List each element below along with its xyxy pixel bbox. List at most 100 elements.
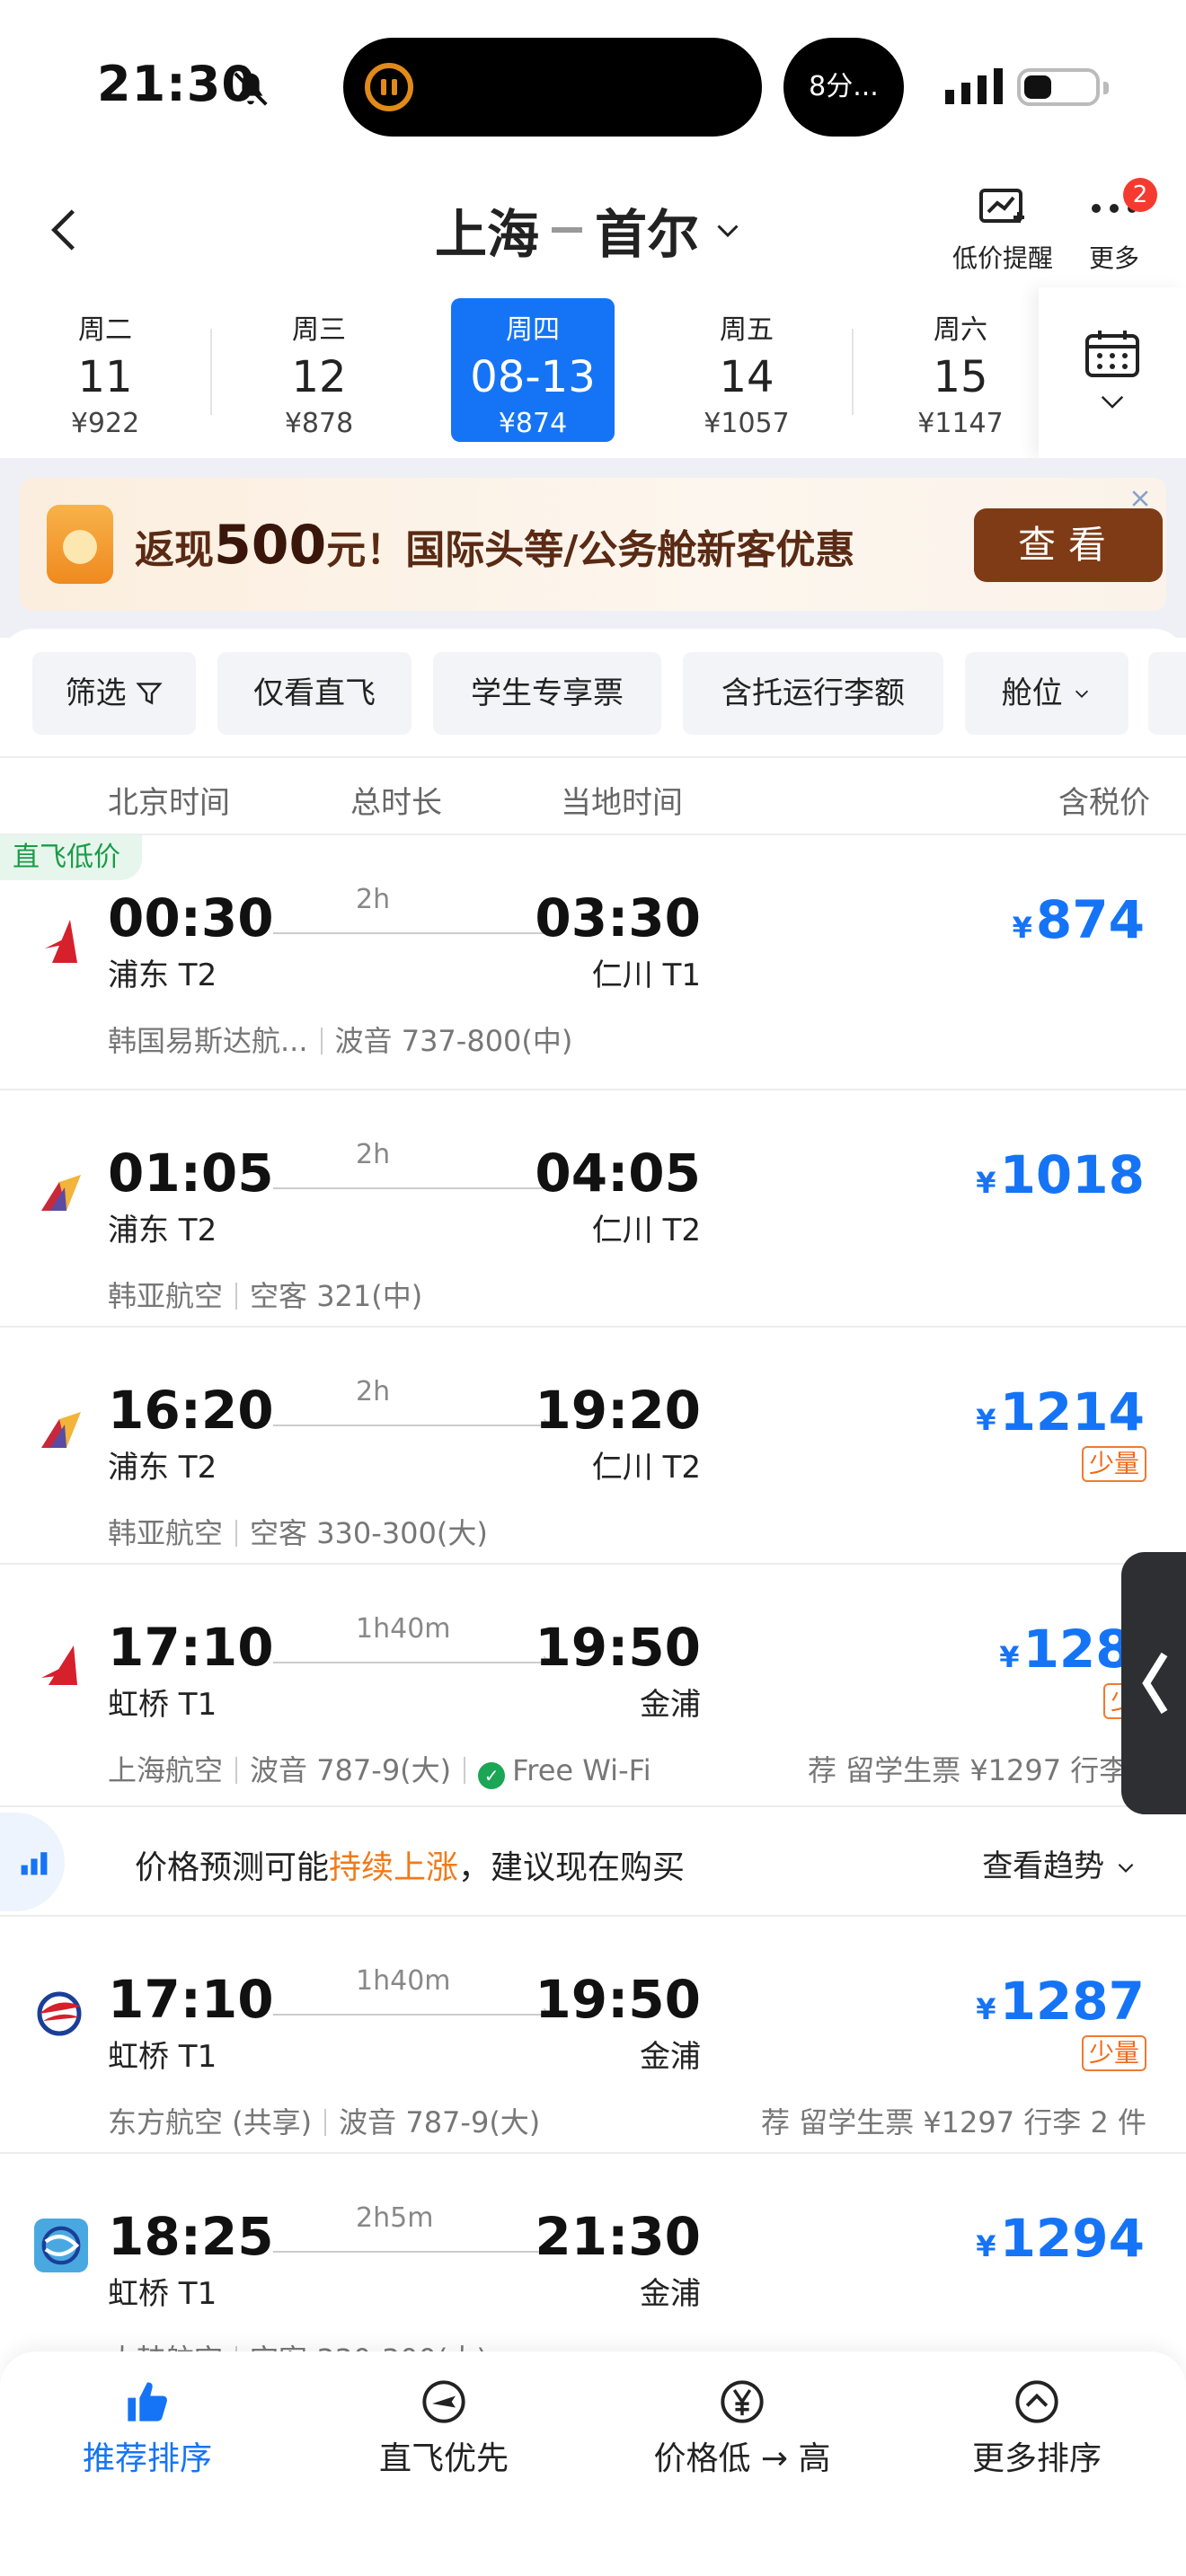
departure-time: 17:10 — [108, 1617, 274, 1678]
flight-price: ¥1294 — [976, 2208, 1145, 2269]
direct-low-price-tag: 直飞低价 — [0, 835, 142, 880]
trend-chart-icon — [0, 1813, 65, 1911]
date-tab[interactable]: 周三 12 ¥878 — [237, 298, 401, 442]
more-button[interactable]: 更多 2 — [1087, 178, 1157, 275]
calendar-icon — [1085, 331, 1139, 377]
chevron-down-icon — [1101, 395, 1124, 409]
airline-name: 东方航空 (共享) — [108, 2105, 313, 2139]
flight-duration: 2h — [356, 884, 391, 915]
calendar-button[interactable] — [1039, 287, 1186, 458]
tab-label: 直飞优先 — [378, 2440, 509, 2477]
date-tab[interactable]: 周五 14 ¥1057 — [665, 298, 828, 442]
tab-recommended[interactable]: 推荐排序 — [31, 2378, 264, 2479]
price-prediction-bar[interactable]: 价格预测可能持续上涨，建议现在购买 查看趋势 — [0, 1807, 1186, 1917]
activity-pill[interactable]: 8分... — [783, 38, 904, 137]
date-tab-selected[interactable]: 周四 08-13 ¥874 — [451, 298, 615, 442]
view-trend-button[interactable]: 查看趋势 — [982, 1841, 1137, 1885]
flight-row[interactable]: 直飞低价 00:30 2h 03:30 浦东 T2 仁川 T1 ¥874 韩国易… — [0, 835, 1186, 1090]
few-seats-badge: 少量 — [1081, 1446, 1146, 1482]
flight-duration: 1h40m — [356, 1965, 451, 1997]
arrival-time: 19:20 — [535, 1380, 701, 1441]
arrival-airport: 金浦 — [640, 1687, 701, 1723]
price-alert-button[interactable]: 低价提醒 — [952, 185, 1053, 275]
tab-label: 推荐排序 — [82, 2440, 212, 2477]
departure-time: 17:10 — [108, 1969, 274, 2030]
airline-name: 上海航空 — [108, 1753, 224, 1787]
column-price[interactable]: 含税价 — [1058, 778, 1150, 822]
dynamic-island[interactable] — [343, 38, 762, 137]
flight-row[interactable]: 17:10 1h40m 19:50 虹桥 T1 金浦 ¥1287 少量 上海航空… — [0, 1565, 1186, 1807]
arrival-airport: 仁川 T1 — [591, 957, 701, 993]
column-local-time[interactable]: 当地时间 — [561, 778, 683, 822]
price-value: 1214 — [999, 1381, 1145, 1442]
date-tab[interactable]: 周二 11 ¥922 — [23, 298, 187, 442]
tab-price-low-high[interactable]: 价格低 → 高 — [625, 2378, 859, 2479]
back-arrow-icon[interactable] — [40, 203, 90, 257]
few-seats-badge: 少量 — [1081, 2035, 1146, 2071]
date-weekday: 周三 — [292, 314, 346, 346]
date-tab[interactable]: 周六 15 ¥1147 — [879, 298, 1042, 442]
filter-chip[interactable]: 筛选 — [32, 652, 196, 735]
signal-icon — [945, 68, 1003, 104]
flight-row[interactable]: 17:10 1h40m 19:50 虹桥 T1 金浦 ¥1287 少量 东方航空… — [0, 1917, 1186, 2154]
flight-duration: 2h — [356, 1376, 391, 1407]
departure-time: 01:05 — [108, 1142, 274, 1204]
date-weekday: 周四 — [506, 314, 560, 346]
side-drawer-handle[interactable] — [1121, 1552, 1186, 1814]
filter-row: 筛选 仅看直飞 学生专享票 含托运行李额 舱位 — [0, 652, 1186, 735]
filter-chip-overflow[interactable] — [1148, 652, 1186, 735]
flight-meta: 韩亚航空 空客 330-300(大) — [108, 1511, 488, 1552]
korean-air-logo-icon — [34, 2219, 88, 2272]
chevron-left-icon — [1142, 1652, 1168, 1715]
promo-prefix: 返现 — [135, 527, 214, 573]
duration-line — [273, 2014, 544, 2016]
price-value: 1294 — [999, 2208, 1145, 2269]
filter-chip[interactable]: 学生专享票 — [433, 652, 661, 735]
tab-direct-first[interactable]: 直飞优先 — [327, 2378, 561, 2479]
promo-view-button[interactable]: 查看 — [974, 508, 1163, 582]
divider — [852, 329, 854, 415]
date-price: ¥878 — [284, 408, 354, 439]
date-price: ¥874 — [498, 408, 568, 439]
student-fare-recommendation: 荐 留学生票 ¥1297 行李 2 件 — [760, 2105, 1146, 2139]
arrival-time: 19:50 — [535, 1969, 701, 2030]
tab-label: 更多排序 — [971, 2440, 1102, 2477]
prediction-prefix: 价格预测可能 — [135, 1849, 330, 1886]
date-strip: 周二 11 ¥922 周三 12 ¥878 周四 08-13 ¥874 周五 1… — [0, 287, 1186, 458]
shanghai-airlines-logo-icon — [41, 1645, 77, 1685]
prediction-suffix: ，建议现在购买 — [458, 1849, 686, 1886]
arrival-time: 03:30 — [535, 887, 701, 948]
flight-price: ¥1018 — [976, 1144, 1145, 1205]
header: 上海 首尔 低价提醒 更多 2 — [0, 171, 1186, 287]
close-icon[interactable] — [1128, 487, 1152, 510]
price-value: 1018 — [999, 1144, 1145, 1205]
flight-row[interactable]: 16:20 2h 19:20 浦东 T2 仁川 T2 ¥1214 少量 韩亚航空… — [0, 1328, 1186, 1565]
flight-duration: 2h — [356, 1139, 391, 1170]
view-trend-label: 查看趋势 — [982, 1848, 1105, 1884]
status-bar: 21:30 8分... — [0, 0, 1186, 171]
price-chart-icon — [979, 189, 1024, 223]
flight-meta: 东方航空 (共享) 波音 787-9(大) — [108, 2100, 540, 2141]
promo-suffix: 元！国际头等/公务舱新客优惠 — [326, 527, 855, 573]
duration-line — [273, 1425, 544, 1426]
filter-chip[interactable]: 含托运行李额 — [683, 652, 943, 735]
route-title[interactable]: 上海 首尔 — [435, 192, 744, 268]
flight-row[interactable]: 18:25 2h5m 21:30 虹桥 T1 金浦 ¥1294 大韩航空空客 3… — [0, 2154, 1186, 2377]
flight-row[interactable]: 01:05 2h 04:05 浦东 T2 仁川 T2 ¥1018 韩亚航空 空客 … — [0, 1090, 1186, 1328]
price-value: 874 — [1035, 889, 1145, 950]
arrival-time: 21:30 — [535, 2206, 701, 2267]
chevron-down-icon — [1118, 1863, 1134, 1873]
promo-banner[interactable]: 返现500元！国际头等/公务舱新客优惠 查看 — [20, 478, 1166, 611]
eastar-jet-logo-icon — [45, 920, 77, 963]
date-weekday: 周五 — [720, 314, 774, 346]
origin-city: 上海 — [435, 204, 540, 265]
plane-circle-icon — [422, 2380, 465, 2423]
airline-name: 韩亚航空 — [108, 1516, 224, 1550]
aircraft-type: 波音 787-9(大) — [339, 2105, 541, 2139]
promo-amount: 500 — [214, 514, 327, 577]
arrival-time: 19:50 — [535, 1617, 701, 1678]
tab-more-sort[interactable]: 更多排序 — [920, 2378, 1154, 2479]
filter-chip[interactable]: 仅看直飞 — [217, 652, 412, 735]
filter-chip[interactable]: 舱位 — [965, 652, 1128, 735]
price-alert-label: 低价提醒 — [952, 243, 1054, 273]
